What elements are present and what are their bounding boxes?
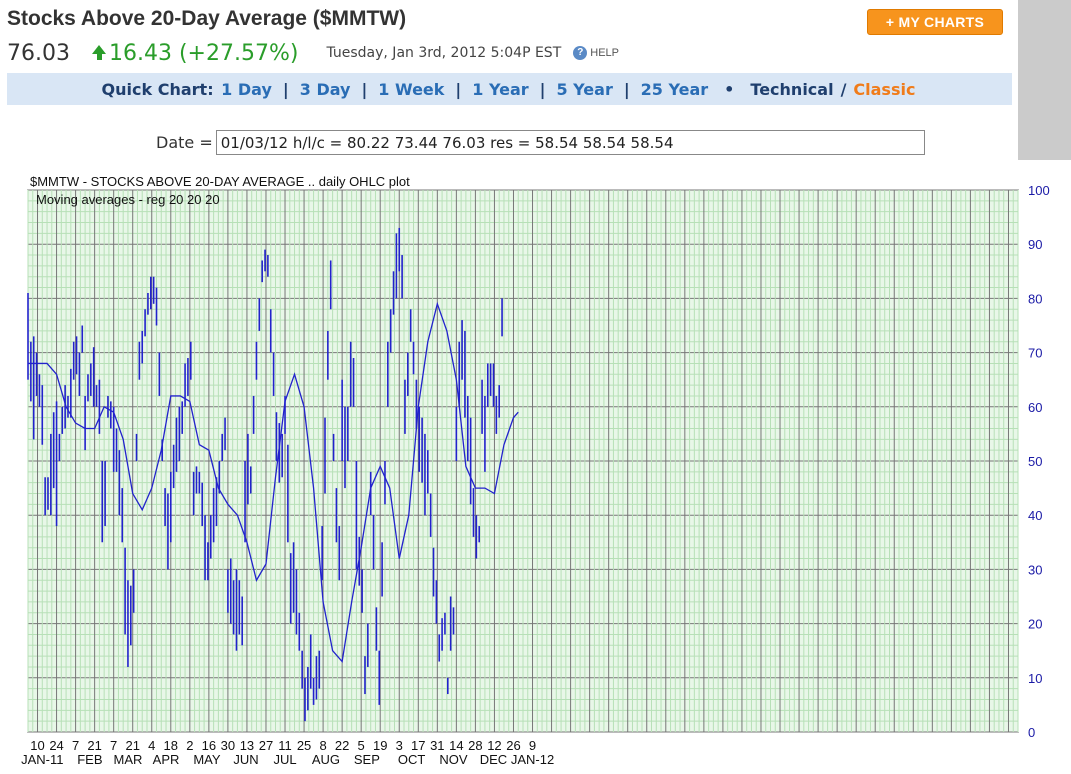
chart-subtitle: Moving averages - reg 20 20 20 bbox=[36, 192, 220, 207]
help-icon[interactable]: ? bbox=[573, 46, 588, 60]
quick-chart-label: Quick Chart: bbox=[101, 79, 214, 99]
x-month-label: JUN bbox=[233, 752, 258, 767]
x-month-label: FEB bbox=[77, 752, 102, 767]
x-month-label: MAY bbox=[193, 752, 221, 767]
x-tick-label: 8 bbox=[319, 738, 326, 753]
x-month-label: SEP bbox=[354, 752, 380, 767]
x-tick-label: 16 bbox=[202, 738, 216, 753]
y-tick-label: 80 bbox=[1028, 291, 1042, 306]
x-tick-label: 26 bbox=[506, 738, 520, 753]
y-tick-label: 0 bbox=[1028, 725, 1035, 740]
x-tick-label: 21 bbox=[125, 738, 139, 753]
x-month-label: OCT bbox=[398, 752, 426, 767]
y-tick-label: 30 bbox=[1028, 562, 1042, 577]
x-tick-label: 31 bbox=[430, 738, 444, 753]
x-tick-label: 2 bbox=[186, 738, 193, 753]
up-arrow-icon bbox=[91, 44, 106, 54]
x-month-label: DEC bbox=[480, 752, 507, 767]
x-tick-label: 12 bbox=[487, 738, 501, 753]
x-tick-label: 21 bbox=[87, 738, 101, 753]
technical-link[interactable]: Technical bbox=[750, 80, 833, 99]
x-tick-label: 11 bbox=[278, 738, 292, 753]
y-tick-label: 50 bbox=[1028, 454, 1042, 469]
y-tick-label: 60 bbox=[1028, 400, 1042, 415]
x-month-label: APR bbox=[153, 752, 180, 767]
x-tick-label: 25 bbox=[297, 738, 311, 753]
slash-separator: / bbox=[840, 79, 847, 99]
quick-link-1-year[interactable]: 1 Year bbox=[472, 80, 528, 99]
last-price: 76.03 bbox=[7, 40, 70, 66]
separator: | bbox=[623, 79, 630, 99]
quick-link-3-day[interactable]: 3 Day bbox=[300, 80, 351, 99]
x-tick-label: 14 bbox=[449, 738, 463, 753]
x-tick-label: 7 bbox=[72, 738, 79, 753]
quick-link-1-week[interactable]: 1 Week bbox=[378, 80, 444, 99]
quick-chart-bar: Quick Chart: 1 Day | 3 Day | 1 Week | 1 … bbox=[7, 73, 1012, 105]
y-tick-label: 40 bbox=[1028, 508, 1042, 523]
quick-link-1-day[interactable]: 1 Day bbox=[221, 80, 272, 99]
help-link[interactable]: HELP bbox=[590, 47, 619, 59]
quick-link-5-year[interactable]: 5 Year bbox=[556, 80, 612, 99]
timestamp: Tuesday, Jan 3rd, 2012 5:04P EST bbox=[326, 45, 562, 61]
x-tick-label: 27 bbox=[259, 738, 273, 753]
y-tick-label: 10 bbox=[1028, 671, 1042, 686]
x-tick-label: 13 bbox=[240, 738, 254, 753]
date-row: Date = 01/03/12 h/l/c = 80.22 73.44 76.0… bbox=[156, 130, 925, 155]
separator: | bbox=[282, 79, 289, 99]
x-month-label: JUL bbox=[273, 752, 296, 767]
separator: | bbox=[539, 79, 546, 99]
classic-link[interactable]: Classic bbox=[853, 80, 915, 99]
x-month-label: JAN-12 bbox=[511, 752, 554, 767]
date-readout-field[interactable]: 01/03/12 h/l/c = 80.22 73.44 76.03 res =… bbox=[215, 130, 925, 155]
my-charts-button[interactable]: + MY CHARTS bbox=[867, 9, 1003, 35]
date-label: Date = bbox=[156, 133, 213, 152]
ohlc-chart[interactable]: 0 10 20 30 40 50 60 70 80 90 100 10 24 7 21 7 21 4 18 2 16 30… bbox=[0, 170, 1071, 774]
x-month-label: NOV bbox=[439, 752, 468, 767]
x-month-label: MAR bbox=[114, 752, 143, 767]
quick-link-25-year[interactable]: 25 Year bbox=[641, 80, 709, 99]
price-row: 76.03 16.43 (+27.57%) Tuesday, Jan 3rd, … bbox=[7, 38, 619, 68]
x-tick-label: 24 bbox=[49, 738, 63, 753]
x-tick-label: 28 bbox=[468, 738, 482, 753]
page-title: Stocks Above 20-Day Average ($MMTW) bbox=[7, 7, 407, 30]
x-tick-label: 3 bbox=[396, 738, 403, 753]
separator: | bbox=[455, 79, 462, 99]
x-tick-label: 17 bbox=[411, 738, 425, 753]
x-month-label: JAN-11 bbox=[21, 752, 63, 767]
x-month-label: AUG bbox=[312, 752, 340, 767]
x-tick-label: 4 bbox=[148, 738, 155, 753]
up-arrow-stem bbox=[96, 54, 102, 60]
x-tick-label: 22 bbox=[335, 738, 349, 753]
x-tick-label: 10 bbox=[30, 738, 44, 753]
y-tick-label: 20 bbox=[1028, 617, 1042, 632]
y-tick-label: 90 bbox=[1028, 237, 1042, 252]
bullet-separator: • bbox=[724, 79, 735, 99]
y-tick-label: 70 bbox=[1028, 346, 1042, 361]
chart-title: $MMTW - STOCKS ABOVE 20-DAY AVERAGE .. d… bbox=[30, 174, 410, 189]
x-tick-label: 30 bbox=[221, 738, 235, 753]
x-tick-label: 9 bbox=[529, 738, 536, 753]
x-tick-label: 19 bbox=[373, 738, 387, 753]
ad-placeholder bbox=[1018, 0, 1071, 160]
price-change: 16.43 (+27.57%) bbox=[108, 40, 299, 66]
x-tick-label: 7 bbox=[110, 738, 117, 753]
separator: | bbox=[361, 79, 368, 99]
x-tick-label: 18 bbox=[164, 738, 178, 753]
x-tick-label: 5 bbox=[358, 738, 365, 753]
y-tick-label: 100 bbox=[1028, 183, 1050, 198]
